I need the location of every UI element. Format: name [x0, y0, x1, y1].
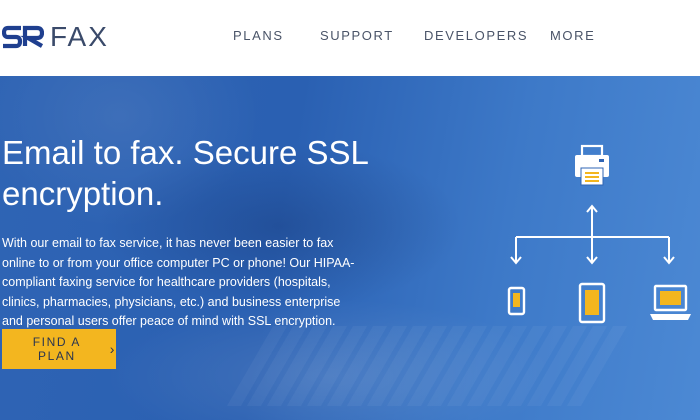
hero-description-line: clinics, pharmacies, physicians, etc.) a…: [2, 294, 341, 309]
hero-description-line: With our email to fax service, it has ne…: [2, 236, 334, 250]
nav-developers[interactable]: DEVELOPERS: [424, 28, 528, 43]
tablet-icon: [578, 282, 606, 324]
hero-description-line: compliant faxing service for healthcare …: [2, 275, 331, 289]
hero-title-line: encryption.: [2, 175, 164, 212]
nav-plans[interactable]: PLANS: [233, 28, 284, 43]
chevron-right-icon: ›: [109, 341, 116, 357]
find-a-plan-label: FIND A PLAN: [32, 335, 81, 363]
keyboard-texture: [226, 326, 634, 406]
site-header: FAX PLANS SUPPORT DEVELOPERS MORE: [0, 0, 700, 76]
fax-network-diagram: [507, 144, 691, 324]
hero-description-line: online to or from your office computer P…: [2, 255, 355, 270]
fax-machine-icon: [575, 144, 609, 186]
connector-lines: [510, 204, 675, 265]
smartphone-icon: [507, 286, 526, 316]
hero-banner: Email to fax. Secure SSL encryption. Wit…: [0, 76, 700, 420]
hero-title: Email to fax. Secure SSL encryption.: [2, 132, 369, 214]
nav-more[interactable]: MORE: [550, 28, 595, 43]
hero-title-line: Email to fax. Secure SSL: [2, 134, 369, 171]
find-a-plan-button[interactable]: FIND A PLAN ›: [2, 329, 116, 369]
nav-support[interactable]: SUPPORT: [320, 28, 394, 43]
main-nav: PLANS SUPPORT DEVELOPERS MORE: [0, 28, 700, 48]
hero-description: With our email to fax service, it has ne…: [2, 234, 355, 332]
laptop-icon: [650, 284, 691, 320]
